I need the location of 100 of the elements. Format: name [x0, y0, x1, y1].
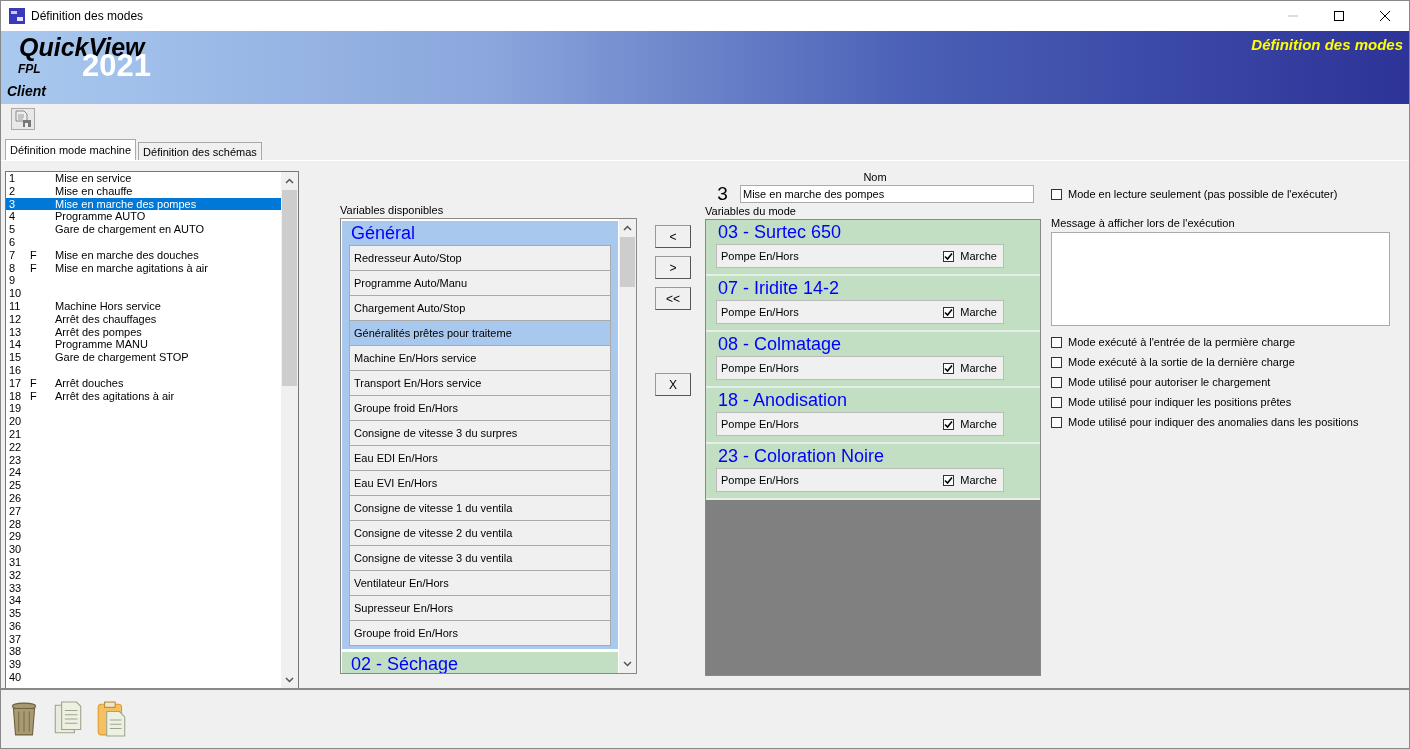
- mode-list-item[interactable]: 4 Programme AUTO: [6, 210, 281, 224]
- transfer-button[interactable]: <: [655, 225, 691, 248]
- mode-list-item[interactable]: 26: [6, 491, 281, 505]
- checkmark-icon: [944, 307, 954, 317]
- trash-icon[interactable]: [9, 701, 39, 737]
- mode-list-item[interactable]: 8 F Mise en marche agitations à air: [6, 261, 281, 275]
- transfer-button[interactable]: >: [655, 256, 691, 279]
- variable-item[interactable]: Ventilateur En/Hors: [349, 571, 611, 596]
- variable-item[interactable]: Machine En/Hors service: [349, 346, 611, 371]
- checkbox[interactable]: [1051, 356, 1062, 368]
- mode-list-item[interactable]: 10: [6, 287, 281, 300]
- checkbox[interactable]: [943, 250, 955, 262]
- scroll-up-icon[interactable]: [623, 225, 632, 231]
- scroll-up-icon[interactable]: [285, 178, 294, 184]
- mode-list-item[interactable]: 22: [6, 440, 281, 454]
- checkbox[interactable]: [943, 306, 955, 318]
- variable-item[interactable]: Eau EDI En/Hors: [349, 446, 611, 471]
- mode-list-item[interactable]: 37: [6, 632, 281, 646]
- variable-item[interactable]: Généralités prêtes pour traiteme: [349, 321, 611, 346]
- group-title: 18 - Anodisation: [717, 389, 849, 412]
- scroll-down-icon[interactable]: [623, 661, 632, 667]
- variable-item[interactable]: Consigne de vitesse 3 du ventila: [349, 546, 611, 571]
- mode-list-item[interactable]: 14 Programme MANU: [6, 338, 281, 352]
- company-name: FPL: [18, 62, 41, 76]
- group-title: 07 - Iridite 14-2: [717, 277, 841, 300]
- mode-list-item[interactable]: 40: [6, 671, 281, 684]
- mode-list-item[interactable]: 2 Mise en chauffe: [6, 184, 281, 198]
- variable-item[interactable]: Transport En/Hors service: [349, 371, 611, 396]
- checkbox[interactable]: [943, 474, 955, 486]
- variable-item[interactable]: Consigne de vitesse 1 du ventila: [349, 496, 611, 521]
- remove-button[interactable]: X: [655, 373, 691, 396]
- checkbox[interactable]: [1051, 396, 1062, 408]
- document-disk-icon: [14, 110, 32, 128]
- mode-list-item[interactable]: 1 Mise en service: [6, 172, 281, 185]
- scrollbar[interactable]: [619, 219, 636, 673]
- mode-list-item[interactable]: 32: [6, 568, 281, 582]
- scroll-down-icon[interactable]: [285, 677, 294, 683]
- close-icon[interactable]: [1379, 10, 1391, 22]
- mode-list-item[interactable]: 23: [6, 453, 281, 467]
- mode-list-item[interactable]: 30: [6, 543, 281, 556]
- checkbox-label: Mode utilisé pour indiquer les positions prêtes: [1068, 396, 1292, 408]
- checkbox[interactable]: [1051, 416, 1062, 428]
- scrollbar[interactable]: [281, 172, 298, 689]
- group-title: 08 - Colmatage: [717, 333, 843, 356]
- mode-list-item[interactable]: 27: [6, 504, 281, 518]
- variable-item[interactable]: Groupe froid En/Hors: [349, 621, 611, 646]
- mode-list-item[interactable]: 36: [6, 619, 281, 633]
- variable-item[interactable]: Chargement Auto/Stop: [349, 296, 611, 321]
- mode-number: 3: [716, 183, 729, 205]
- mode-list-item[interactable]: 25: [6, 479, 281, 492]
- group-title: Général: [350, 222, 417, 245]
- variable-item[interactable]: Supresseur En/Hors: [349, 596, 611, 621]
- mode-list-item[interactable]: 6: [6, 236, 281, 249]
- checkbox[interactable]: [1051, 336, 1062, 348]
- scrollbar-thumb[interactable]: [282, 190, 297, 386]
- tab[interactable]: Définition mode machine: [5, 139, 137, 160]
- tab[interactable]: Définition des schémas: [138, 142, 262, 160]
- maximize-icon[interactable]: [1333, 10, 1345, 22]
- mode-list-item[interactable]: 18 F Arrêt des agitations à air: [6, 389, 281, 403]
- save-button[interactable]: [11, 108, 35, 130]
- variable-item[interactable]: Programme Auto/Manu: [349, 271, 611, 296]
- mode-list-item[interactable]: 29: [6, 530, 281, 544]
- mode-list-item[interactable]: 13 Arrêt des pompes: [6, 325, 281, 339]
- checkbox-label: Mode utilisé pour indiquer des anomalies dans les positions: [1068, 416, 1359, 428]
- variable-item[interactable]: Groupe froid En/Hors: [349, 396, 611, 421]
- mode-list-item[interactable]: 34: [6, 594, 281, 608]
- variable-item[interactable]: Consigne de vitesse 2 du ventila: [349, 521, 611, 546]
- checkbox[interactable]: [943, 418, 955, 430]
- mode-list-item[interactable]: 9: [6, 274, 281, 288]
- mode-list-item[interactable]: 28: [6, 517, 281, 531]
- checkbox[interactable]: [943, 362, 955, 374]
- mode-list-item[interactable]: 19: [6, 402, 281, 416]
- scrollbar-thumb[interactable]: [620, 237, 635, 287]
- mode-list-item[interactable]: 5 Gare de chargement en AUTO: [6, 223, 281, 236]
- mode-list-item[interactable]: 35: [6, 607, 281, 620]
- variable-item[interactable]: Consigne de vitesse 3 du surpres: [349, 421, 611, 446]
- message-label: Message à afficher lors de l'exécution: [1051, 217, 1236, 231]
- message-field[interactable]: [1051, 232, 1390, 326]
- mode-list-item[interactable]: 7 F Mise en marche des douches: [6, 248, 281, 262]
- variable-item[interactable]: Redresseur Auto/Stop: [349, 245, 611, 271]
- mode-list-item[interactable]: 33: [6, 581, 281, 595]
- checkmark-icon: [944, 419, 954, 429]
- mode-list-item[interactable]: 12 Arrêt des chauffages: [6, 312, 281, 326]
- mode-list-item[interactable]: 16: [6, 363, 281, 377]
- mode-list-item[interactable]: 11 Machine Hors service: [6, 299, 281, 313]
- mode-list-item[interactable]: 21: [6, 427, 281, 441]
- mode-list-item[interactable]: 31: [6, 555, 281, 569]
- mode-list-item[interactable]: 39: [6, 658, 281, 672]
- checkbox[interactable]: [1051, 188, 1062, 200]
- checkbox-label: Mode en lecture seulement (pas possible de l'exécuter): [1068, 188, 1338, 200]
- mode-list-item[interactable]: 3 Mise en marche des pompes: [6, 197, 281, 211]
- mode-list-item[interactable]: 20: [6, 415, 281, 428]
- variable-item[interactable]: Eau EVI En/Hors: [349, 471, 611, 496]
- name-input[interactable]: Mise en marche des pompes: [740, 185, 1034, 203]
- mode-list-item[interactable]: 38: [6, 645, 281, 659]
- checkbox[interactable]: [1051, 376, 1062, 388]
- mode-list-item[interactable]: 17 F Arrêt douches: [6, 376, 281, 390]
- mode-list-item[interactable]: 15 Gare de chargement STOP: [6, 351, 281, 364]
- mode-list-item[interactable]: 24: [6, 466, 281, 480]
- transfer-button[interactable]: <<: [655, 287, 691, 310]
